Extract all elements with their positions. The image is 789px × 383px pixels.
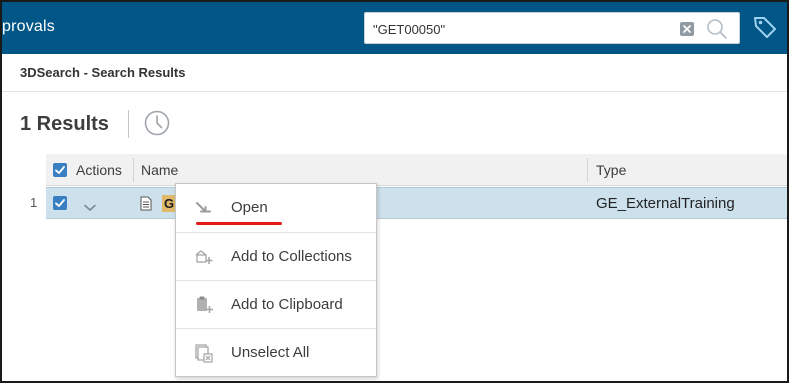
clear-search-icon[interactable] (679, 21, 695, 37)
app-window: provals 3DSearch (0, 0, 789, 383)
document-icon (140, 196, 152, 211)
unselect-all-icon (194, 343, 214, 363)
column-header-name[interactable]: Name (141, 162, 178, 178)
type-cell: GE_ExternalTraining (596, 195, 735, 212)
page-title: 3DSearch - Search Results (20, 65, 186, 80)
chevron-down-icon[interactable] (84, 199, 96, 212)
search-icon[interactable] (706, 18, 728, 40)
open-arrow-icon (194, 198, 214, 218)
annotation-underline (196, 222, 282, 225)
menu-item-label: Add to Collections (231, 248, 352, 265)
table-row[interactable]: G GE_ExternalTraining (46, 187, 787, 219)
add-to-clipboard-icon (194, 295, 214, 315)
menu-item-add-to-clipboard[interactable]: Add to Clipboard (176, 280, 376, 328)
menu-item-label: Open (231, 199, 268, 216)
table-header: Actions Name Type (46, 154, 787, 186)
results-divider (128, 110, 129, 138)
row-checkbox[interactable] (53, 196, 67, 210)
column-divider[interactable] (587, 158, 588, 182)
column-header-type[interactable]: Type (596, 162, 626, 178)
top-bar: provals (2, 2, 787, 54)
menu-item-add-to-collections[interactable]: Add to Collections (176, 232, 376, 280)
app-title: provals (2, 18, 55, 35)
menu-item-label: Add to Clipboard (231, 296, 343, 313)
column-divider[interactable] (133, 158, 134, 182)
section-header: 3DSearch - Search Results (2, 54, 787, 92)
row-number: 1 (30, 195, 38, 210)
column-header-actions[interactable]: Actions (76, 162, 122, 178)
results-count: 1 Results (20, 113, 109, 135)
menu-item-label: Unselect All (231, 344, 310, 361)
tag-icon[interactable] (752, 14, 778, 40)
menu-item-unselect-all[interactable]: Unselect All (176, 328, 376, 376)
history-clock-icon[interactable] (142, 108, 172, 138)
context-menu: Open Add to Collections Add to Clipboard… (175, 183, 377, 377)
add-to-collections-icon (194, 247, 214, 267)
select-all-checkbox[interactable] (53, 163, 67, 177)
search-box[interactable] (364, 12, 740, 44)
search-input[interactable] (373, 19, 663, 39)
results-summary: 1 Results (2, 92, 787, 154)
row-number-gutter (2, 154, 46, 381)
